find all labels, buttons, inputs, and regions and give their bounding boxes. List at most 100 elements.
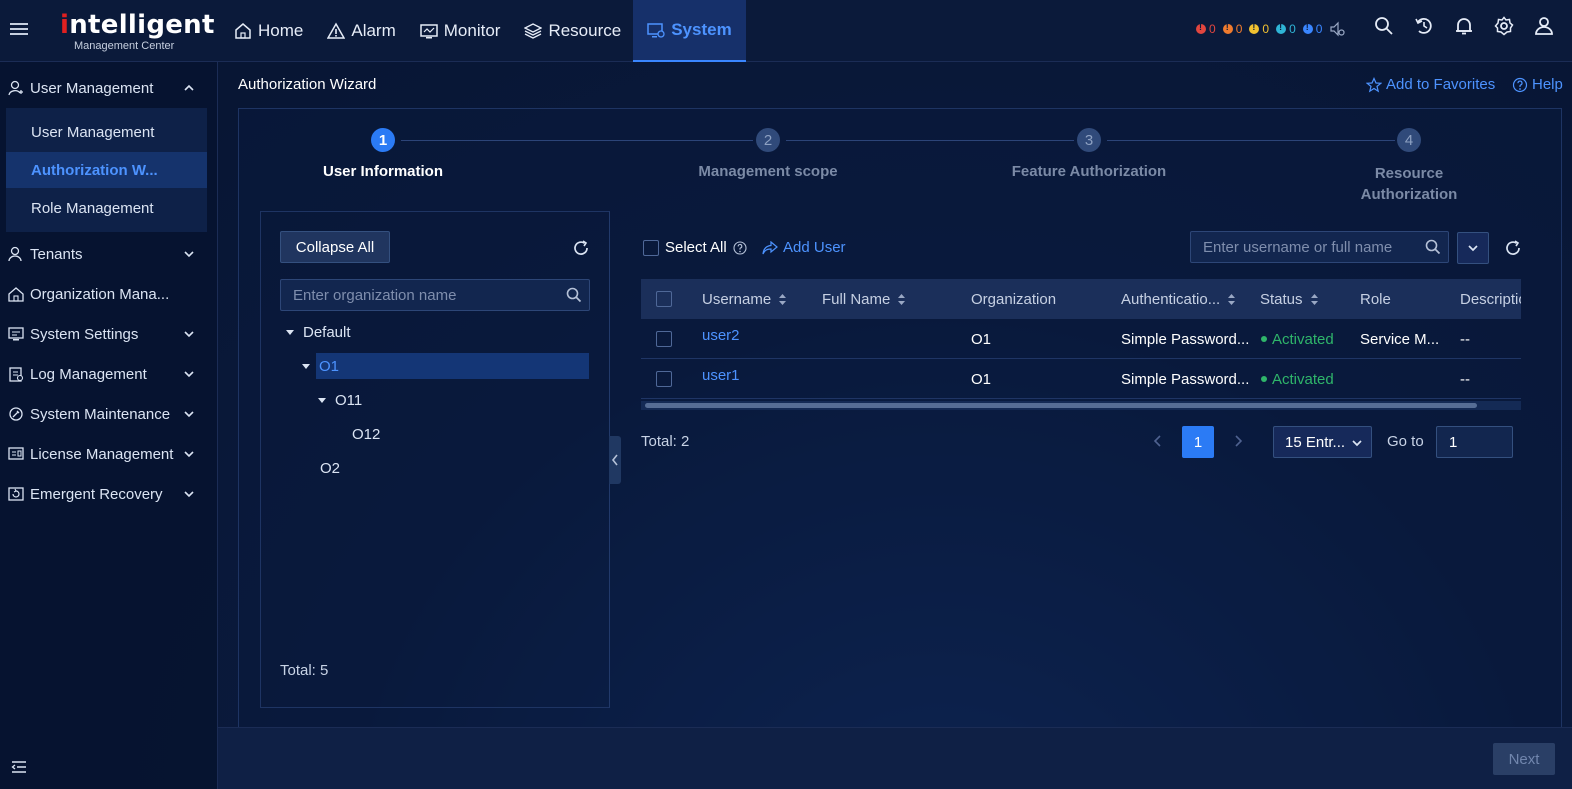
status-label: Activated: [1272, 330, 1334, 348]
sidebar-submenu: User Management Authorization W... Role …: [6, 108, 207, 232]
next-button[interactable]: Next: [1493, 743, 1555, 775]
tenant-icon: [8, 246, 22, 262]
step-1-label: User Information: [322, 163, 443, 180]
authentication-cell: Simple Password...: [1121, 330, 1250, 348]
step-4-label-line1: Resource: [1374, 165, 1444, 182]
sidebar-group-user-management[interactable]: User Management: [0, 68, 217, 108]
page-size-select[interactable]: 15 Entr...: [1273, 426, 1372, 458]
alarm-counters[interactable]: 0 0 0 0 0: [1196, 21, 1346, 37]
layers-icon: [524, 23, 543, 39]
sidebar-item-role-management[interactable]: Role Management: [6, 190, 207, 226]
sidebar-item-authorization-wizard[interactable]: Authorization W...: [6, 152, 207, 188]
caret-down-icon[interactable]: [301, 361, 311, 371]
user-search-input[interactable]: [1190, 231, 1449, 263]
bell-icon[interactable]: [1454, 16, 1474, 36]
nav-resource[interactable]: Resource: [512, 0, 633, 62]
app-logo[interactable]: intelligent Management Center: [60, 4, 214, 58]
goto-label: Go to: [1387, 433, 1424, 450]
column-label: Status: [1260, 290, 1303, 308]
column-role: Role: [1360, 279, 1391, 319]
user-profile-icon[interactable]: [1534, 16, 1554, 36]
tree-node-default[interactable]: Default: [285, 322, 351, 342]
caret-down-icon[interactable]: [317, 395, 327, 405]
page-1-button[interactable]: 1: [1182, 426, 1214, 458]
sidebar-group-system-settings[interactable]: System Settings: [0, 314, 217, 354]
select-all-checkbox[interactable]: Select All: [643, 239, 747, 256]
description-cell: --: [1460, 370, 1470, 388]
search-icon[interactable]: [1374, 16, 1394, 36]
column-status[interactable]: Status: [1260, 279, 1319, 319]
tree-node-o1[interactable]: O1: [301, 356, 339, 376]
nav-monitor-label: Monitor: [443, 21, 501, 40]
table-header: Username Full Name Organization Authenti…: [641, 279, 1521, 319]
tree-node-label: O1: [319, 357, 340, 375]
sidebar-group-system-maintenance[interactable]: System Maintenance: [0, 394, 217, 434]
top-bar: intelligent Management Center Home Alarm…: [0, 0, 1572, 62]
add-user-button[interactable]: Add User: [762, 239, 846, 256]
column-username[interactable]: Username: [702, 279, 787, 319]
help-circle-icon[interactable]: [733, 240, 747, 255]
next-page-icon[interactable]: [1231, 433, 1245, 449]
column-authentication[interactable]: Authenticatio...: [1121, 279, 1236, 319]
wizard-footer: [218, 727, 1572, 789]
add-to-favorites-link[interactable]: Add to Favorites: [1366, 76, 1495, 93]
sidebar-item-user-management[interactable]: User Management: [6, 114, 207, 150]
refresh-table-icon[interactable]: [1504, 239, 1522, 257]
tree-node-o11[interactable]: O11: [317, 390, 362, 410]
advanced-search-toggle[interactable]: [1457, 232, 1489, 264]
panel-collapse-handle[interactable]: [609, 436, 621, 484]
sort-icon: [898, 293, 906, 305]
history-icon[interactable]: [1414, 16, 1434, 36]
critical-alarm-count: 0: [1209, 22, 1216, 36]
tree-node-o2[interactable]: O2: [320, 458, 340, 478]
minor-alarm-count: 0: [1262, 22, 1270, 36]
table-row[interactable]: user1 O1 Simple Password... Activated --: [641, 359, 1521, 399]
column-description: Descriptio: [1460, 279, 1521, 319]
organization-search-input[interactable]: [280, 279, 590, 311]
nav-system[interactable]: System: [633, 0, 746, 62]
sidebar-group-tenants[interactable]: Tenants: [0, 234, 217, 274]
nav-alarm[interactable]: Alarm: [315, 0, 407, 62]
column-label: Username: [702, 290, 772, 308]
sidebar-group-license-management[interactable]: License Management: [0, 434, 217, 474]
select-all-box[interactable]: [643, 239, 659, 256]
step-4-label: Resource Authorization: [1349, 163, 1469, 205]
table-row[interactable]: user2 O1 Simple Password... Activated Se…: [641, 319, 1521, 359]
help-link[interactable]: Help: [1512, 76, 1563, 93]
tree-node-label: O12: [352, 425, 381, 443]
monitor-icon: [420, 24, 438, 39]
scrollbar-thumb[interactable]: [645, 403, 1477, 408]
header-checkbox[interactable]: [656, 291, 672, 307]
sidebar: User Management User Management Authoriz…: [0, 62, 218, 789]
caret-down-icon[interactable]: [285, 327, 295, 337]
nav-resource-label: Resource: [548, 21, 622, 40]
row-checkbox[interactable]: [656, 331, 672, 347]
refresh-tree-icon[interactable]: [572, 239, 590, 257]
sidebar-item-label: Authorization W...: [31, 161, 158, 179]
collapse-all-button[interactable]: Collapse All: [280, 231, 390, 263]
username-link[interactable]: user2: [702, 315, 740, 355]
prev-page-icon[interactable]: [1151, 433, 1165, 449]
column-full-name[interactable]: Full Name: [822, 279, 906, 319]
sidebar-group-label: Tenants: [30, 245, 83, 263]
chevron-up-icon: [184, 84, 194, 91]
warning-alarm-icon: [1276, 22, 1287, 34]
step-4-label-line2: Authorization: [1360, 186, 1458, 203]
goto-page-input[interactable]: [1436, 426, 1513, 458]
sidebar-group-log-management[interactable]: Log Management: [0, 354, 217, 394]
alarm-sound-icon[interactable]: [1329, 21, 1346, 37]
collapse-sidebar-icon[interactable]: [11, 759, 27, 775]
sidebar-group-organization[interactable]: Organization Mana...: [0, 274, 217, 314]
username-link[interactable]: user1: [702, 355, 740, 395]
menu-icon[interactable]: [10, 20, 28, 38]
table-horizontal-scrollbar[interactable]: [641, 401, 1521, 410]
gear-icon[interactable]: [1494, 16, 1514, 36]
nav-home[interactable]: Home: [222, 0, 315, 62]
tree-node-o12[interactable]: O12: [352, 424, 380, 444]
logo-title: intelligent: [60, 10, 215, 40]
row-checkbox[interactable]: [656, 371, 672, 387]
help-icon: [1512, 77, 1528, 92]
chevron-down-icon: [184, 411, 194, 418]
sidebar-group-emergent-recovery[interactable]: Emergent Recovery: [0, 474, 217, 514]
nav-monitor[interactable]: Monitor: [408, 0, 513, 62]
